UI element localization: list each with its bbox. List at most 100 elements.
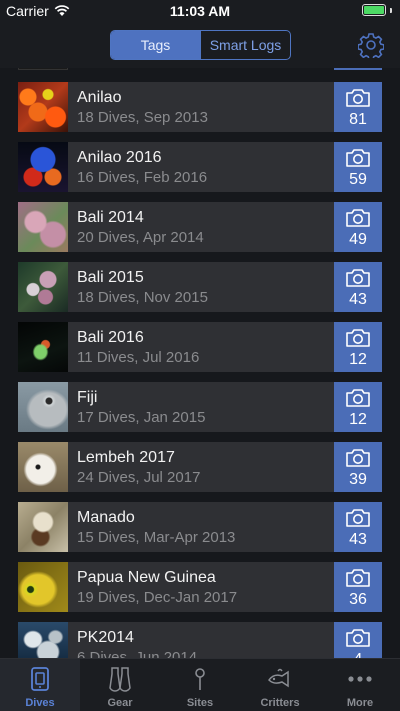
fins-icon [109,667,131,692]
camera-icon [346,629,370,647]
tab-label: Dives [25,697,55,709]
more-dots-icon [348,676,372,682]
trip-title: Anilao 2016 [77,149,162,166]
tab-label: Critters [260,697,300,709]
trip-title: Fiji [77,389,98,406]
trip-subtitle: 20 Dives, Apr 2014 [77,229,204,246]
photo-count: 49 [349,231,367,248]
camera-icon [346,89,370,107]
tab-more[interactable]: More [320,659,400,711]
trip-thumbnail [18,442,68,492]
trip-row[interactable]: Bali 2016 11 Dives, Jul 2016 12 [18,322,382,372]
location-pin-icon [195,668,205,690]
photo-count: 39 [349,471,367,488]
camera-icon [346,329,370,347]
clock: 11:03 AM [169,3,231,19]
trip-thumbnail [18,142,68,192]
trip-thumbnail [18,82,68,132]
trip-thumbnail [18,322,68,372]
photo-count: 81 [349,111,367,128]
fish-icon [268,668,289,688]
trip-row[interactable]: PK2014 6 Dives, Jun 2014 4 [18,622,382,658]
trip-subtitle: 18 Dives, Sep 2013 [77,109,208,126]
tab-critters[interactable]: Critters [240,659,320,711]
photo-count: 43 [349,291,367,308]
trip-list[interactable]: Anilao 18 Dives, Sep 2013 81 Anilao 2016… [0,68,400,658]
trip-title: Papua New Guinea [77,569,216,586]
partial-photo-badge [334,68,382,70]
trip-title: Anilao [77,89,122,106]
camera-icon [346,449,370,467]
photo-count-button[interactable]: 12 [334,322,382,372]
tab-bar: Dives Gear Sites Critters More [0,658,400,711]
status-bar: Carrier 11:03 AM [0,0,400,22]
tab-gear[interactable]: Gear [80,659,160,711]
photo-count-button[interactable]: 59 [334,142,382,192]
trip-row[interactable]: Lembeh 2017 24 Dives, Jul 2017 39 [18,442,382,492]
dive-log-icon [31,667,49,691]
trip-title: Manado [77,509,135,526]
photo-count-button[interactable]: 49 [334,202,382,252]
status-right [362,4,392,16]
battery-tip [390,7,392,13]
camera-icon [346,389,370,407]
photo-count: 4 [334,651,382,658]
trip-subtitle: 16 Dives, Feb 2016 [77,169,208,186]
tab-sites[interactable]: Sites [160,659,240,711]
trip-row[interactable]: Anilao 2016 16 Dives, Feb 2016 59 [18,142,382,192]
trip-subtitle: 24 Dives, Jul 2017 [77,469,201,486]
trip-title: Bali 2016 [77,329,144,346]
view-segmented-control: Tags Smart Logs [110,30,291,60]
gear-icon[interactable] [358,32,384,58]
trip-title: PK2014 [77,629,134,646]
trip-thumbnail [18,502,68,552]
trip-subtitle: 18 Dives, Nov 2015 [77,289,208,306]
trip-thumbnail [18,562,68,612]
trip-title: Bali 2015 [77,269,144,286]
battery-icon [362,4,386,16]
trip-subtitle: 6 Dives, Jun 2014 [77,649,198,658]
partial-row [18,68,382,70]
camera-icon [346,209,370,227]
camera-icon [346,509,370,527]
trip-thumbnail [18,382,68,432]
photo-count-button[interactable]: 81 [334,82,382,132]
photo-count-button[interactable]: 43 [334,502,382,552]
photo-count-button[interactable]: 36 [334,562,382,612]
tab-dives[interactable]: Dives [0,659,80,711]
camera-icon [346,149,370,167]
trip-row[interactable]: Anilao 18 Dives, Sep 2013 81 [18,82,382,132]
segment-smart-logs[interactable]: Smart Logs [200,31,290,59]
tab-label: More [346,697,374,709]
trip-subtitle: 17 Dives, Jan 2015 [77,409,206,426]
photo-count-button[interactable]: 4 [334,622,382,658]
photo-count-button[interactable]: 39 [334,442,382,492]
partial-thumbnail [18,68,68,70]
navigation-bar: Tags Smart Logs [0,22,400,68]
camera-icon [346,569,370,587]
photo-count: 12 [349,351,367,368]
trip-row[interactable]: Fiji 17 Dives, Jan 2015 12 [18,382,382,432]
photo-count: 59 [349,171,367,188]
trip-row[interactable]: Papua New Guinea 19 Dives, Dec-Jan 2017 … [18,562,382,612]
trip-title: Lembeh 2017 [77,449,175,466]
tab-label: Sites [186,697,214,709]
trip-thumbnail [18,262,68,312]
tab-label: Gear [107,697,133,709]
trip-row[interactable]: Bali 2015 18 Dives, Nov 2015 43 [18,262,382,312]
trip-row[interactable]: Manado 15 Dives, Mar-Apr 2013 43 [18,502,382,552]
segment-tags[interactable]: Tags [111,31,200,59]
photo-count-button[interactable]: 12 [334,382,382,432]
photo-count: 12 [349,411,367,428]
trip-row[interactable]: Bali 2014 20 Dives, Apr 2014 49 [18,202,382,252]
photo-count: 36 [349,591,367,608]
trip-thumbnail [18,622,68,658]
photo-count: 43 [349,531,367,548]
trip-title: Bali 2014 [77,209,144,226]
trip-subtitle: 11 Dives, Jul 2016 [77,349,200,366]
camera-icon [346,269,370,287]
photo-count-button[interactable]: 43 [334,262,382,312]
trip-subtitle: 15 Dives, Mar-Apr 2013 [77,529,236,546]
trip-subtitle: 19 Dives, Dec-Jan 2017 [77,589,238,606]
trip-thumbnail [18,202,68,252]
